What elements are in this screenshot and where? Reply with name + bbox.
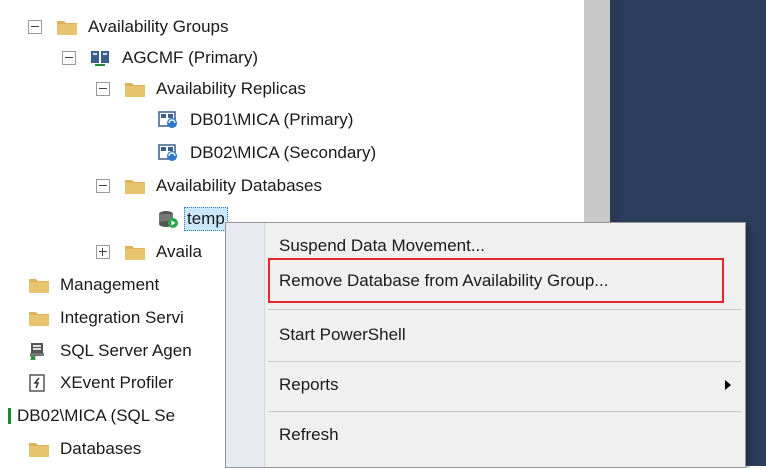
- menu-item-start-powershell[interactable]: Start PowerShell: [265, 318, 745, 352]
- tree-node-label: Integration Servi: [60, 308, 184, 327]
- folder-icon: [125, 180, 145, 194]
- menu-icon-gutter: [226, 223, 265, 467]
- menu-separator: [268, 411, 741, 412]
- tree-node-label: AGCMF (Primary): [122, 48, 258, 67]
- folder-icon: [29, 279, 49, 293]
- tree-node-availability-databases[interactable]: Availability Databases: [96, 171, 322, 201]
- tree-node-integration-services[interactable]: Integration Servi: [28, 303, 184, 333]
- server-status-icon: [8, 408, 11, 424]
- folder-icon: [29, 312, 49, 326]
- tree-node-database-temp[interactable]: temp: [158, 204, 228, 234]
- menu-item-refresh[interactable]: Refresh: [265, 418, 745, 452]
- tree-node-label: DB02\MICA (Secondary): [190, 143, 377, 162]
- database-icon: [159, 211, 178, 228]
- sql-agent-icon: [30, 343, 44, 360]
- tree-node-label: Availability Databases: [156, 176, 322, 195]
- tree-node-xevent-profiler[interactable]: XEvent Profiler: [28, 368, 173, 398]
- highlight-annotation-box: [268, 258, 724, 303]
- collapse-icon[interactable]: [96, 82, 110, 96]
- tree-node-management[interactable]: Management: [28, 270, 159, 300]
- menu-item-label: Suspend Data Movement...: [279, 236, 486, 255]
- tree-node-label: Availability Groups: [88, 17, 229, 36]
- replica-icon: [158, 111, 177, 128]
- folder-icon: [29, 443, 49, 457]
- tree-node-availability-replicas[interactable]: Availability Replicas: [96, 74, 306, 104]
- availability-group-icon: [91, 51, 109, 66]
- collapse-icon[interactable]: [96, 179, 110, 193]
- submenu-arrow-icon: [725, 380, 731, 390]
- xevent-profiler-icon: [29, 374, 45, 392]
- menu-item-label: Start PowerShell: [279, 325, 406, 344]
- menu-item-label: Refresh: [279, 425, 339, 444]
- tree-node-label: Availa: [156, 242, 202, 261]
- menu-item-reports[interactable]: Reports: [265, 368, 745, 402]
- tree-node-availability-listeners[interactable]: Availa: [96, 237, 202, 267]
- tree-node-label: Availability Replicas: [156, 79, 306, 98]
- tree-node-label: DB01\MICA (Primary): [190, 110, 354, 129]
- collapse-icon[interactable]: [62, 51, 76, 65]
- folder-icon: [125, 246, 145, 260]
- folder-icon: [57, 21, 77, 35]
- collapse-icon[interactable]: [28, 20, 42, 34]
- tree-node-label: Management: [60, 275, 160, 294]
- tree-node-label-selected: temp: [184, 207, 228, 231]
- menu-separator: [268, 309, 741, 310]
- menu-item-label: Reports: [279, 375, 339, 394]
- tree-node-server[interactable]: DB02\MICA (SQL Se: [0, 401, 175, 431]
- folder-icon: [125, 83, 145, 97]
- expand-icon[interactable]: [96, 245, 110, 259]
- tree-node-label: Databases: [60, 439, 142, 458]
- replica-icon: [158, 144, 177, 161]
- tree-node-availability-groups[interactable]: Availability Groups: [28, 12, 228, 42]
- tree-node-label: DB02\MICA (SQL Se: [17, 406, 176, 425]
- tree-node-agcmf[interactable]: AGCMF (Primary): [62, 43, 258, 73]
- tree-node-sql-server-agent[interactable]: SQL Server Agen: [28, 336, 192, 366]
- tree-node-label: SQL Server Agen: [60, 341, 192, 360]
- menu-separator: [268, 361, 741, 362]
- tree-node-label: XEvent Profiler: [60, 373, 174, 392]
- tree-node-replica-db02[interactable]: DB02\MICA (Secondary): [158, 138, 376, 168]
- tree-node-replica-db01[interactable]: DB01\MICA (Primary): [158, 105, 353, 135]
- tree-node-databases[interactable]: Databases: [28, 434, 141, 464]
